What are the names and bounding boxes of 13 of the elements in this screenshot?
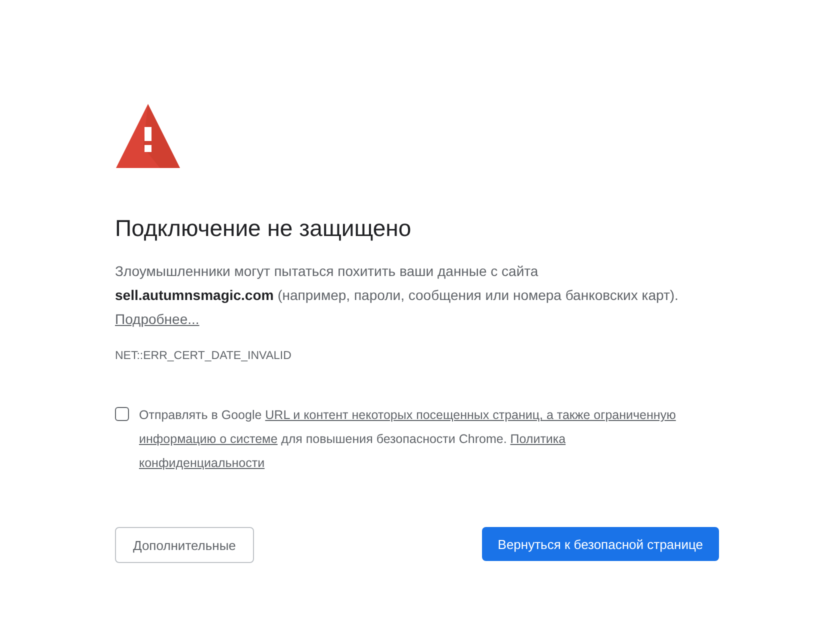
opt-in-text: Отправлять в Google URL и контент некоторых посещенных страниц, а также ограниченную информацию о системе для повышения безопасности Chrome. Политика конфиденциальности <box>139 407 677 472</box>
page-heading: Подключение не защищено <box>115 214 412 243</box>
warning-icon <box>115 103 181 169</box>
error-code: NET::ERR_CERT_DATE_INVALID <box>115 349 292 364</box>
checkbox[interactable] <box>115 407 129 422</box>
link[interactable]: Политика <box>510 432 566 446</box>
advanced-button[interactable]: Дополнительные <box>115 527 254 564</box>
details-link[interactable]: Подробнее... <box>115 311 200 327</box>
link[interactable]: конфиденциальности <box>139 456 265 470</box>
warning-message: Злоумышленники могут пытаться похитить ваши данные с сайта sell.autumnsmagic.com (например, пароли, сообщения или номера банковских карт). <box>115 262 680 305</box>
back-to-safety-button[interactable]: Вернуться к безопасной странице <box>482 527 719 562</box>
link[interactable]: URL и контент некоторых посещенных страниц, а также ограниченную <box>265 408 676 422</box>
link[interactable]: информацию о системе <box>139 432 278 446</box>
